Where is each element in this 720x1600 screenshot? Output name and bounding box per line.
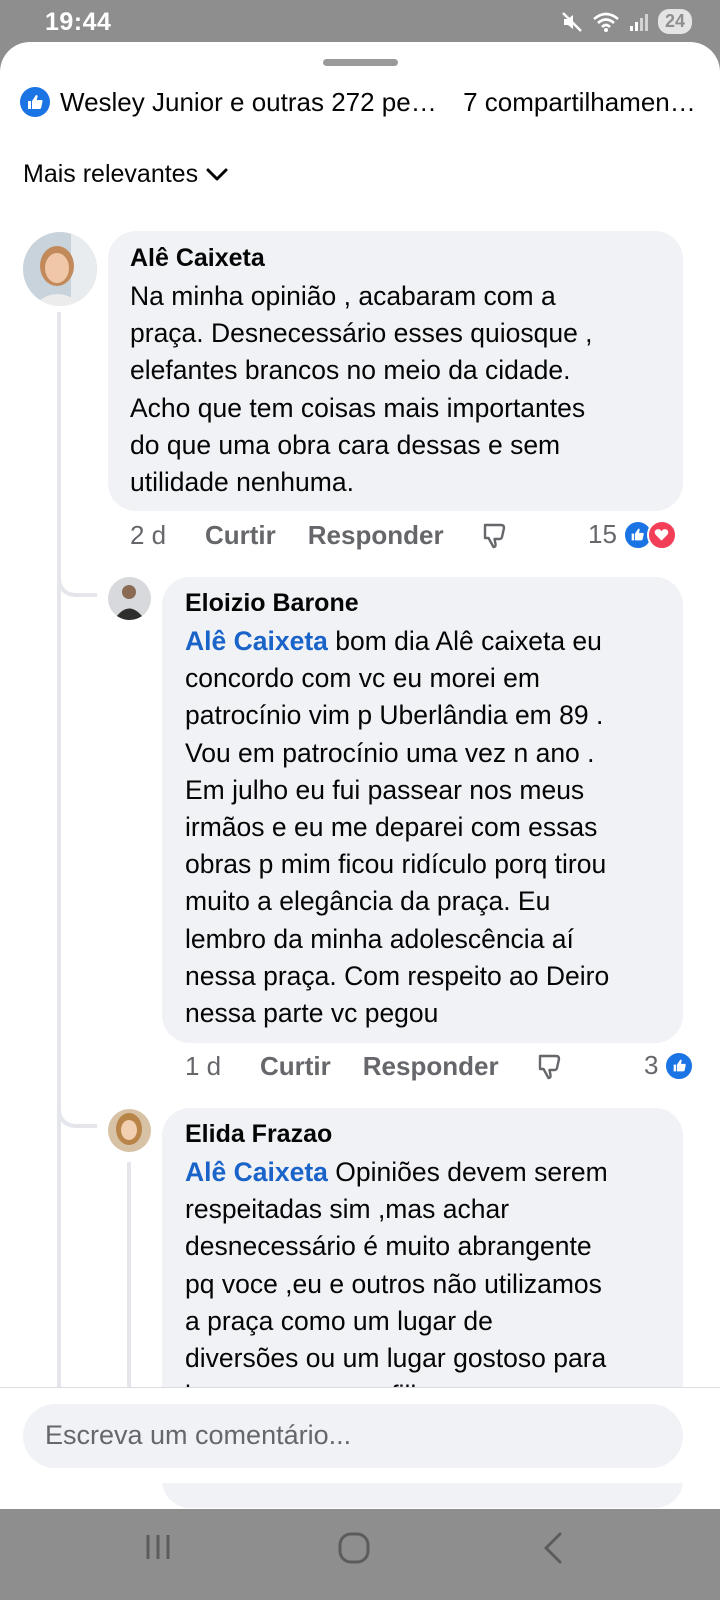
reactions-summary[interactable]: Wesley Junior e outras 272 pessoas 7 com… <box>20 84 700 120</box>
dislike-icon[interactable] <box>482 522 508 550</box>
status-icons: 24 <box>561 9 692 34</box>
like-button[interactable]: Curtir <box>260 1051 331 1082</box>
comment-age: 1 d <box>185 1051 222 1081</box>
signal-icon <box>629 13 648 31</box>
comment-actions: 2 d Curtir Responder <box>130 520 508 551</box>
status-time: 19:44 <box>45 8 112 36</box>
mute-icon <box>562 11 582 32</box>
reaction-count[interactable]: 15 <box>588 519 677 550</box>
mention-link[interactable]: Alê Caixeta <box>185 626 328 656</box>
comment-age: 2 d <box>130 520 167 550</box>
comment-text: Alê Caixeta bom dia Alê caixeta eu conco… <box>185 623 609 1032</box>
back-icon[interactable] <box>538 1531 568 1565</box>
reactors-text[interactable]: Wesley Junior e outras 272 pessoas <box>60 87 440 118</box>
thread-line <box>57 312 61 1412</box>
system-nav-bar <box>0 1509 720 1600</box>
comment-input[interactable]: Escreva um comentário... <box>23 1404 683 1468</box>
home-icon[interactable] <box>337 1531 371 1565</box>
shares-text[interactable]: 7 compartilhamentos <box>463 87 700 118</box>
love-icon <box>646 519 677 550</box>
reaction-count-value: 3 <box>644 1050 659 1080</box>
drag-handle[interactable] <box>323 59 398 66</box>
comment-actions: 1 d Curtir Responder <box>185 1051 563 1082</box>
thread-branch <box>57 1100 97 1128</box>
avatar[interactable] <box>108 1109 151 1152</box>
comments-sheet: Wesley Junior e outras 272 pessoas 7 com… <box>0 42 720 1509</box>
comment-text: Alê Caixeta Opiniões devem serem respeit… <box>185 1154 608 1414</box>
mention-link[interactable]: Alê Caixeta <box>185 1157 328 1187</box>
reply-button[interactable]: Responder <box>308 520 444 551</box>
like-icon <box>664 1050 695 1081</box>
comment-author[interactable]: Eloizio Barone <box>185 589 359 618</box>
battery-badge: 24 <box>657 9 692 34</box>
reaction-count-value: 15 <box>588 519 617 549</box>
comment-composer: Escreva um comentário... <box>0 1387 720 1483</box>
like-icon <box>20 87 50 117</box>
comment-body: bom dia Alê caixeta eu concordo com vc e… <box>185 626 610 1029</box>
chevron-down-icon <box>206 168 228 180</box>
reply-button[interactable]: Responder <box>363 1051 499 1082</box>
sort-selector[interactable]: Mais relevantes <box>23 160 228 189</box>
comment-text: Na minha opinião , acabaram com a praça.… <box>130 281 593 498</box>
dislike-icon[interactable] <box>537 1053 563 1081</box>
status-bar: 19:44 24 <box>0 0 720 44</box>
thread-branch <box>57 569 97 597</box>
sort-label: Mais relevantes <box>23 160 199 188</box>
wifi-icon <box>593 12 619 32</box>
reaction-count[interactable]: 3 <box>644 1050 695 1081</box>
recents-icon[interactable] <box>142 1531 174 1563</box>
avatar[interactable] <box>108 577 151 620</box>
avatar[interactable] <box>23 232 97 306</box>
comment-author[interactable]: Elida Frazao <box>185 1120 332 1149</box>
comment-author[interactable]: Alê Caixeta <box>130 244 265 273</box>
like-button[interactable]: Curtir <box>205 520 276 551</box>
comment-body: Opiniões devem serem respeitadas sim ,ma… <box>185 1157 608 1410</box>
reply-thread-line <box>127 1162 131 1412</box>
